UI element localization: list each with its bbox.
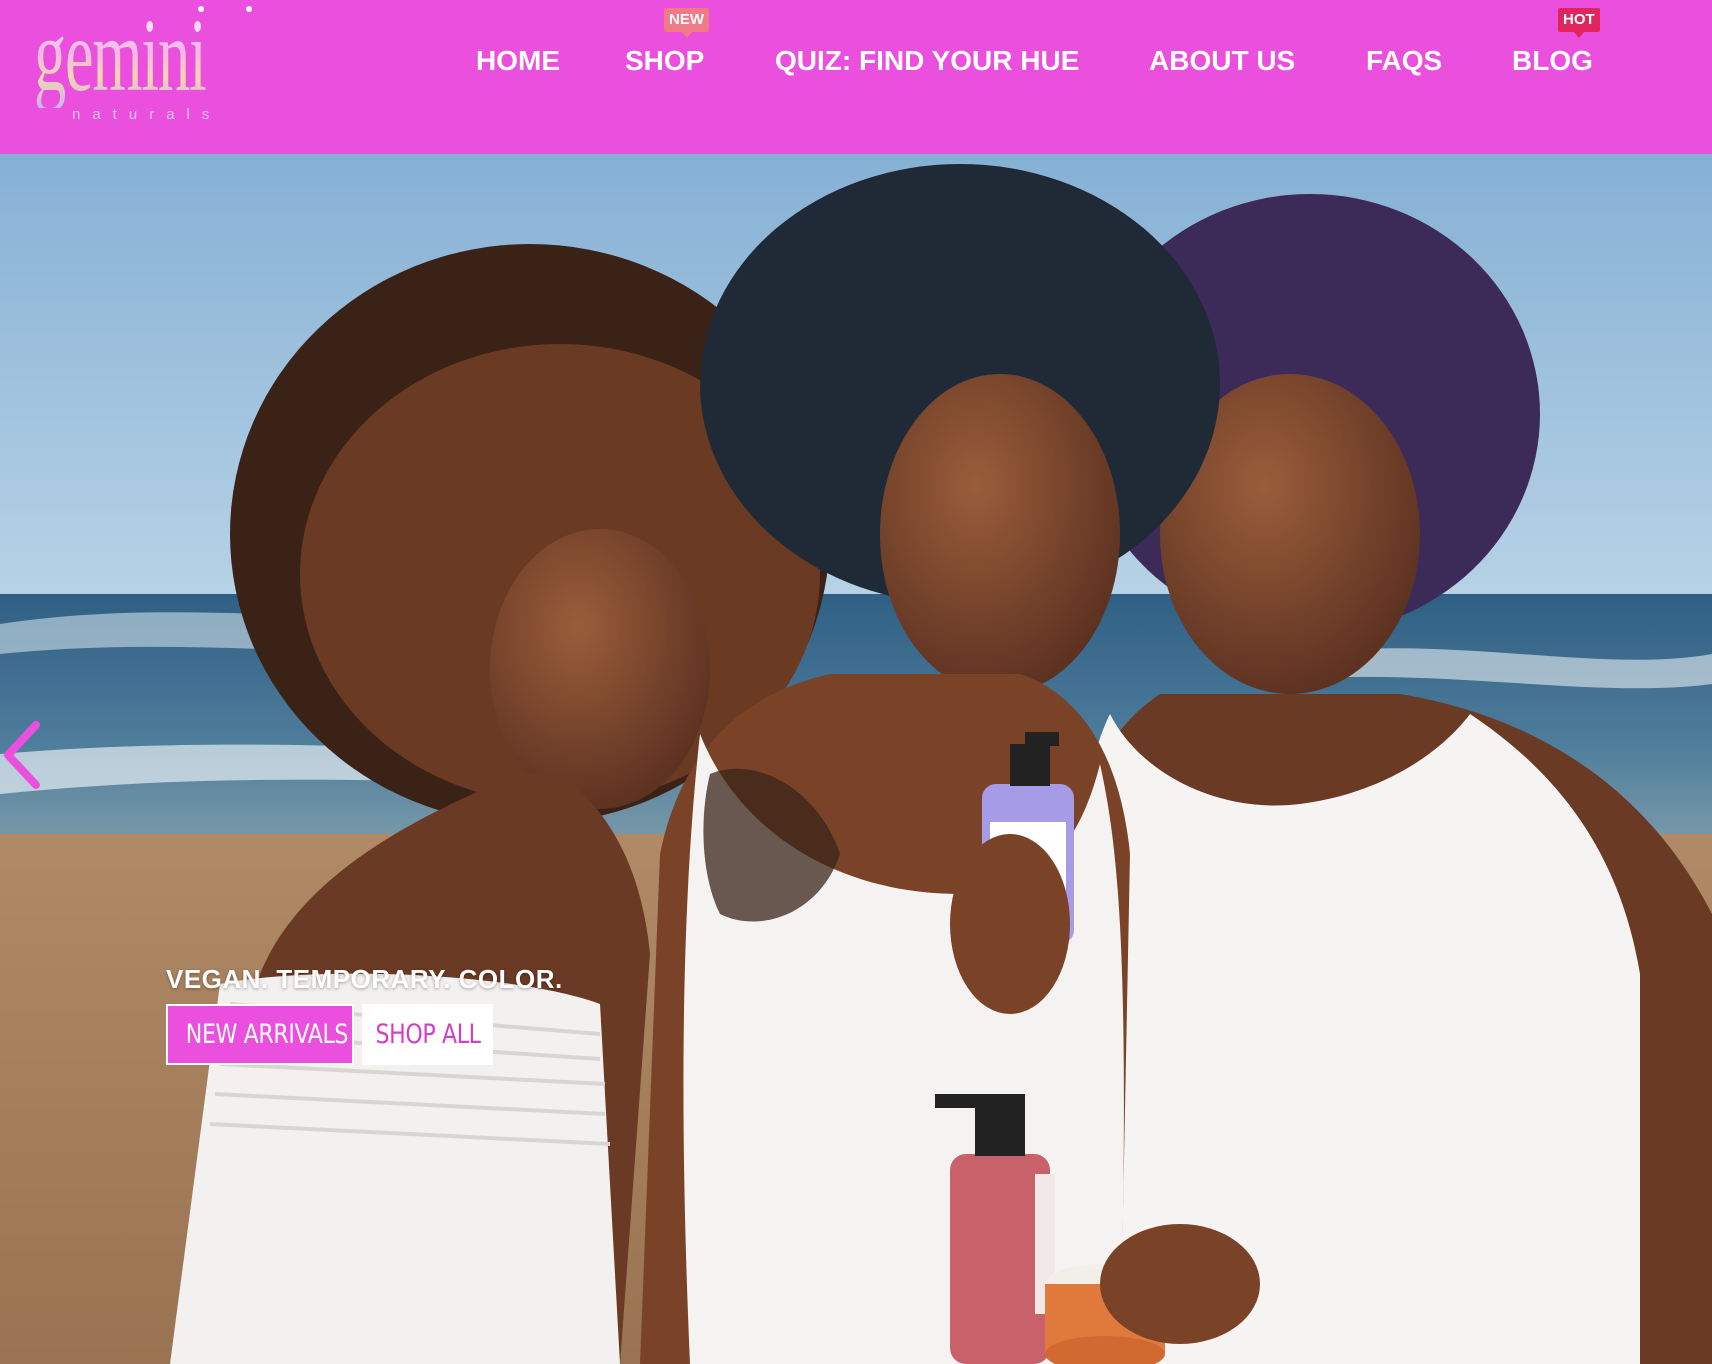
- nav-shop[interactable]: SHOP: [625, 44, 704, 78]
- hero-caption: VEGAN. TEMPORARY. COLOR. NEW ARRIVALS SH…: [166, 964, 563, 1065]
- hero-banner: GET HUED VEGAN. TEMPORARY. COLOR. NEW AR…: [0, 154, 1712, 1364]
- site-header: gemini naturals HOME NEW SHOP QUIZ: FIND…: [0, 0, 1712, 154]
- nav-about-us[interactable]: ABOUT US: [1149, 44, 1295, 78]
- hero-image: GET HUED: [0, 154, 1712, 1364]
- nav-faqs[interactable]: FAQS: [1366, 44, 1442, 78]
- main-nav: HOME NEW SHOP QUIZ: FIND YOUR HUE ABOUT …: [0, 0, 1712, 154]
- carousel-prev-button[interactable]: [0, 717, 46, 793]
- hot-badge: HOT: [1558, 8, 1600, 38]
- new-arrivals-label: NEW ARRIVALS: [185, 1019, 349, 1050]
- new-badge: NEW: [664, 8, 709, 38]
- nav-blog[interactable]: BLOG: [1512, 44, 1593, 78]
- nav-home[interactable]: HOME: [476, 44, 560, 78]
- new-arrivals-button[interactable]: NEW ARRIVALS: [166, 1004, 354, 1065]
- nav-quiz[interactable]: QUIZ: FIND YOUR HUE: [775, 44, 1079, 78]
- shop-all-button[interactable]: SHOP ALL: [362, 1004, 493, 1065]
- hero-tagline: VEGAN. TEMPORARY. COLOR.: [166, 964, 563, 994]
- shop-all-label: SHOP ALL: [375, 1019, 481, 1050]
- chevron-left-icon: [4, 721, 40, 789]
